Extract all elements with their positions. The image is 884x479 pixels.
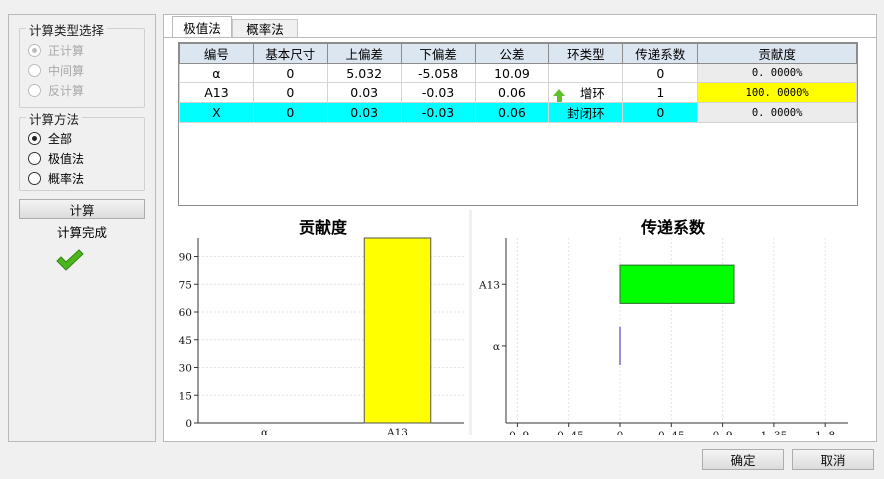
left-panel: 计算类型选择 正计算 中间算 反计算 计算方法 全部 极值法 概率法 计算 计算… (8, 14, 156, 442)
table-cell[interactable]: 10.09 (474, 63, 550, 83)
cancel-button[interactable]: 取消 (792, 449, 874, 470)
table-row[interactable]: α 0 5.032 -5.058 10.09 0 0. 0000% (179, 63, 857, 83)
radio-dot (28, 43, 41, 57)
transfer-plot: -0. 9 -0. 45 0 0. 45 0. 9 1. 35 1. 8 α A13 (478, 238, 848, 435)
radio-dot (28, 171, 41, 185)
y-tick-label: α (493, 341, 500, 353)
table-cell[interactable]: 0 (622, 63, 699, 83)
table-cell[interactable]: 0.03 (326, 82, 402, 103)
calc-type-title: 计算类型选择 (26, 20, 108, 39)
col-header-id[interactable]: 编号 (179, 43, 254, 64)
table-cell[interactable]: 1 (622, 82, 699, 103)
radio-method-probability[interactable]: 概率法 (28, 169, 84, 187)
table-cell[interactable]: 0 (252, 63, 328, 83)
y-tick-label: 30 (179, 363, 192, 375)
y-tick-label: 45 (179, 335, 192, 347)
radio-dot (28, 151, 41, 165)
table-row[interactable]: A13 0 0.03 -0.03 0.06 增环 1 100. 0000% (179, 82, 857, 103)
method-title: 计算方法 (26, 109, 83, 128)
table-cell[interactable]: 封闭环 (548, 102, 624, 123)
col-header-transfer[interactable]: 传递系数 (622, 43, 699, 64)
table-cell[interactable]: 0 (252, 82, 328, 103)
status-text: 计算完成 (56, 225, 107, 240)
checkmark-icon (56, 249, 84, 271)
tab-extreme-value[interactable]: 极值法 (172, 16, 232, 37)
radio-label: 正计算 (48, 43, 85, 58)
ring-type-label: 增环 (579, 86, 605, 101)
radio-reverse-calc[interactable]: 反计算 (28, 81, 84, 99)
radio-forward-calc[interactable]: 正计算 (28, 41, 84, 59)
table-cell[interactable]: 0. 0000% (697, 63, 857, 83)
table-cell[interactable]: 100. 0000% (697, 82, 857, 103)
table-cell[interactable]: 5.032 (326, 63, 402, 83)
radio-label: 反计算 (48, 83, 85, 98)
tab-divider (164, 37, 876, 38)
radio-dot (28, 131, 41, 145)
method-group: 计算方法 全部 极值法 概率法 (19, 109, 145, 191)
y-tick-label: 0 (185, 418, 192, 430)
radio-label: 中间算 (48, 63, 85, 78)
radio-method-all[interactable]: 全部 (28, 129, 72, 147)
radio-middle-calc[interactable]: 中间算 (28, 61, 84, 79)
x-tick-label: A13 (386, 427, 408, 435)
table-cell[interactable]: 0 (622, 102, 699, 123)
x-tick-label: 1. 35 (761, 430, 788, 435)
y-tick-label: A13 (478, 279, 500, 291)
increase-arrow-icon (553, 86, 566, 102)
data-table: 编号 基本尺寸 上偏差 下偏差 公差 环类型 传递系数 贡献度 α 0 5.03… (179, 43, 857, 123)
table-cell[interactable]: 0.06 (474, 82, 550, 103)
x-tick-label: -0. 9 (506, 430, 530, 435)
table-header-row: 编号 基本尺寸 上偏差 下偏差 公差 环类型 传递系数 贡献度 (179, 43, 857, 64)
x-tick-label: 0. 45 (658, 430, 685, 435)
table-cell[interactable]: 0.03 (326, 102, 402, 123)
x-tick-label: 0 (617, 430, 624, 435)
table-cell[interactable]: 0 (252, 102, 328, 123)
contribution-plot: 0 15 30 45 60 75 90 α A13 (179, 237, 464, 435)
table-cell-ring-type[interactable]: 增环 (548, 82, 624, 103)
main-panel: 极值法 概率法 编号 基本尺寸 上偏差 下偏差 公差 环类型 传递系数 贡献度 … (163, 14, 877, 442)
col-header-lower-dev[interactable]: 下偏差 (400, 43, 476, 64)
col-header-ring-type[interactable]: 环类型 (548, 43, 624, 64)
table-cell[interactable]: 0.06 (474, 102, 550, 123)
x-tick-label: 0. 9 (713, 430, 733, 435)
x-tick-label: 1. 8 (815, 430, 835, 435)
tolerance-table: 编号 基本尺寸 上偏差 下偏差 公差 环类型 传递系数 贡献度 α 0 5.03… (178, 42, 858, 206)
contribution-chart: 贡献度 0 15 30 45 60 75 90 α A13 (174, 210, 472, 435)
radio-label: 极值法 (48, 151, 85, 166)
col-header-tolerance[interactable]: 公差 (474, 43, 550, 64)
radio-method-extreme[interactable]: 极值法 (28, 149, 84, 167)
y-tick-label: 90 (179, 252, 192, 264)
ok-button[interactable]: 确定 (702, 449, 784, 470)
bar-A13 (619, 264, 735, 304)
x-tick-label: -0. 45 (554, 430, 584, 435)
radio-dot (28, 63, 41, 77)
radio-dot (28, 83, 41, 97)
table-cell[interactable] (548, 63, 624, 83)
table-row-selected[interactable]: X 0 0.03 -0.03 0.06 封闭环 0 0. 0000% (179, 102, 857, 123)
radio-label: 概率法 (48, 171, 85, 186)
radio-label: 全部 (48, 131, 73, 146)
table-cell[interactable]: X (179, 102, 254, 123)
table-cell[interactable]: -5.058 (400, 63, 476, 83)
table-cell[interactable]: A13 (179, 82, 254, 103)
table-cell[interactable]: 0. 0000% (697, 102, 857, 123)
y-tick-label: 60 (179, 307, 192, 319)
tab-probability[interactable]: 概率法 (232, 19, 298, 37)
bar-A13 (363, 237, 432, 424)
table-cell[interactable]: -0.03 (400, 102, 476, 123)
y-tick-label: 75 (179, 279, 192, 291)
table-cell[interactable]: α (179, 63, 254, 83)
col-header-contribution[interactable]: 贡献度 (697, 43, 857, 64)
col-header-nominal[interactable]: 基本尺寸 (252, 43, 328, 64)
x-tick-label: α (261, 427, 268, 435)
col-header-upper-dev[interactable]: 上偏差 (326, 43, 402, 64)
y-tick-label: 15 (179, 390, 192, 402)
table-cell[interactable]: -0.03 (400, 82, 476, 103)
calc-type-group: 计算类型选择 正计算 中间算 反计算 (19, 20, 145, 108)
calculate-button[interactable]: 计算 (19, 199, 145, 219)
transfer-chart: 传递系数 -0. 9-0. 4500. 450. 91. 351. 8αA13 (478, 210, 868, 435)
